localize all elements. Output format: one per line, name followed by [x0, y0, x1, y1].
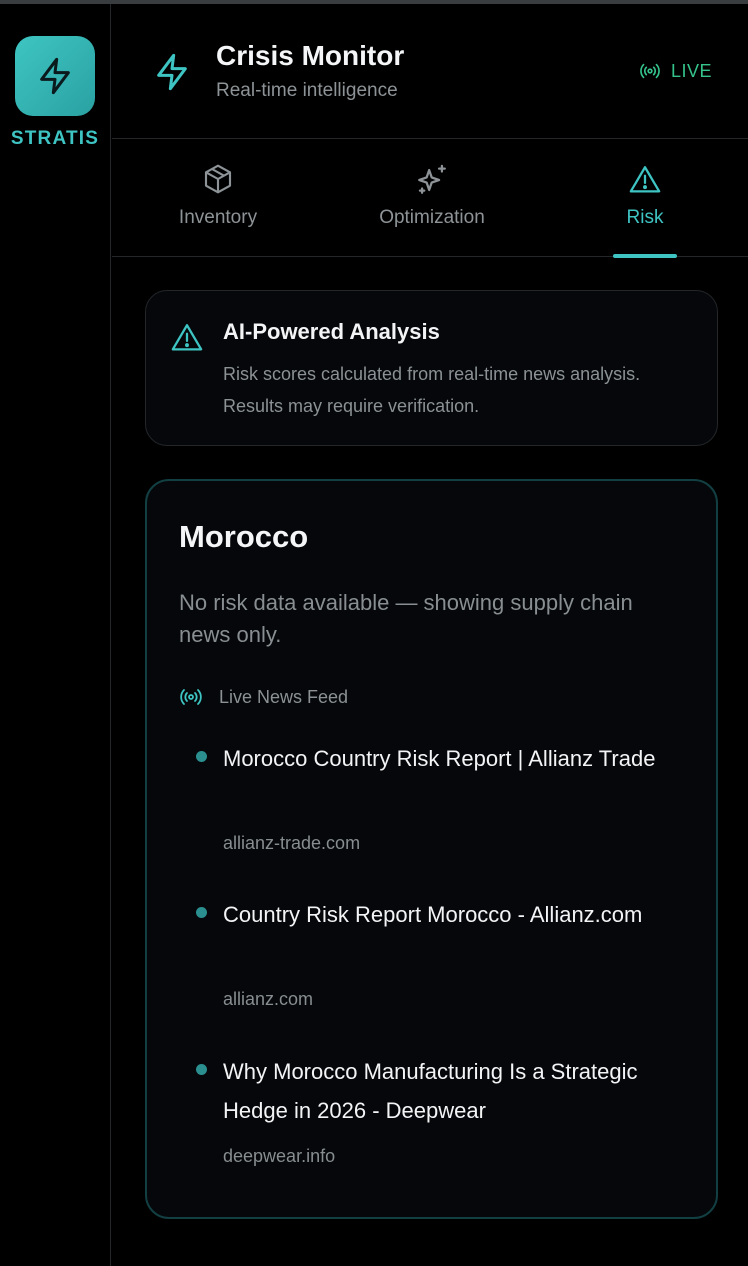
notice-title: AI-Powered Analysis [223, 319, 440, 344]
broadcast-icon [640, 63, 660, 79]
sparkles-icon [418, 164, 446, 194]
news-headline[interactable]: Morocco Country Risk Report | Allianz Tr… [223, 739, 663, 778]
left-rail: STRATIS [0, 4, 111, 1266]
news-source: allianz-trade.com [223, 833, 361, 853]
news-headline[interactable]: Why Morocco Manufacturing Is a Strategic… [223, 1052, 663, 1130]
notice-text: Risk scores calculated from real-time ne… [223, 364, 641, 416]
app-logo[interactable] [15, 36, 95, 116]
page-subtitle: Real-time intelligence [216, 80, 398, 101]
app-window: STRATIS Crisis Monitor Real-time intelli… [0, 0, 748, 1266]
no-risk-message: No risk data available — showing supply … [179, 590, 633, 647]
warning-icon [171, 324, 203, 351]
tab-label: Risk [626, 207, 664, 228]
bullet-dot [196, 1064, 207, 1075]
live-indicator: LIVE [639, 60, 712, 82]
bullet-dot [196, 751, 207, 762]
tab-label: Optimization [379, 207, 485, 228]
tab-inventory[interactable]: Inventory [152, 139, 284, 257]
active-tab-indicator [613, 254, 677, 258]
bullet-dot [196, 907, 207, 918]
tab-risk[interactable]: Risk [604, 139, 686, 258]
brand-name: STRATIS [10, 128, 100, 149]
bolt-icon [157, 53, 187, 91]
news-feed-label: Live News Feed [219, 686, 349, 707]
tab-label: Inventory [178, 207, 258, 228]
package-icon [204, 164, 232, 194]
bolt-icon [40, 57, 70, 95]
ai-analysis-notice: AI-Powered Analysis Risk scores calculat… [145, 290, 718, 446]
news-headline[interactable]: Country Risk Report Morocco - Allianz.co… [223, 895, 663, 934]
tab-bar: Inventory Optimization Risk [112, 139, 748, 258]
page-title: Crisis Monitor [216, 40, 405, 71]
live-label: LIVE [670, 60, 712, 81]
tab-optimization[interactable]: Optimization [358, 139, 506, 257]
broadcast-icon [180, 689, 202, 705]
main-panel: Crisis Monitor Real-time intelligence LI… [112, 4, 748, 1266]
warning-icon [629, 166, 661, 193]
header: Crisis Monitor Real-time intelligence LI… [112, 4, 748, 139]
news-source: allianz.com [223, 989, 314, 1009]
country-name: Morocco [179, 519, 309, 554]
country-card: Morocco No risk data available — showing… [145, 479, 718, 1219]
news-feed-header: Live News Feed [179, 685, 348, 709]
news-source: deepwear.info [223, 1146, 336, 1166]
